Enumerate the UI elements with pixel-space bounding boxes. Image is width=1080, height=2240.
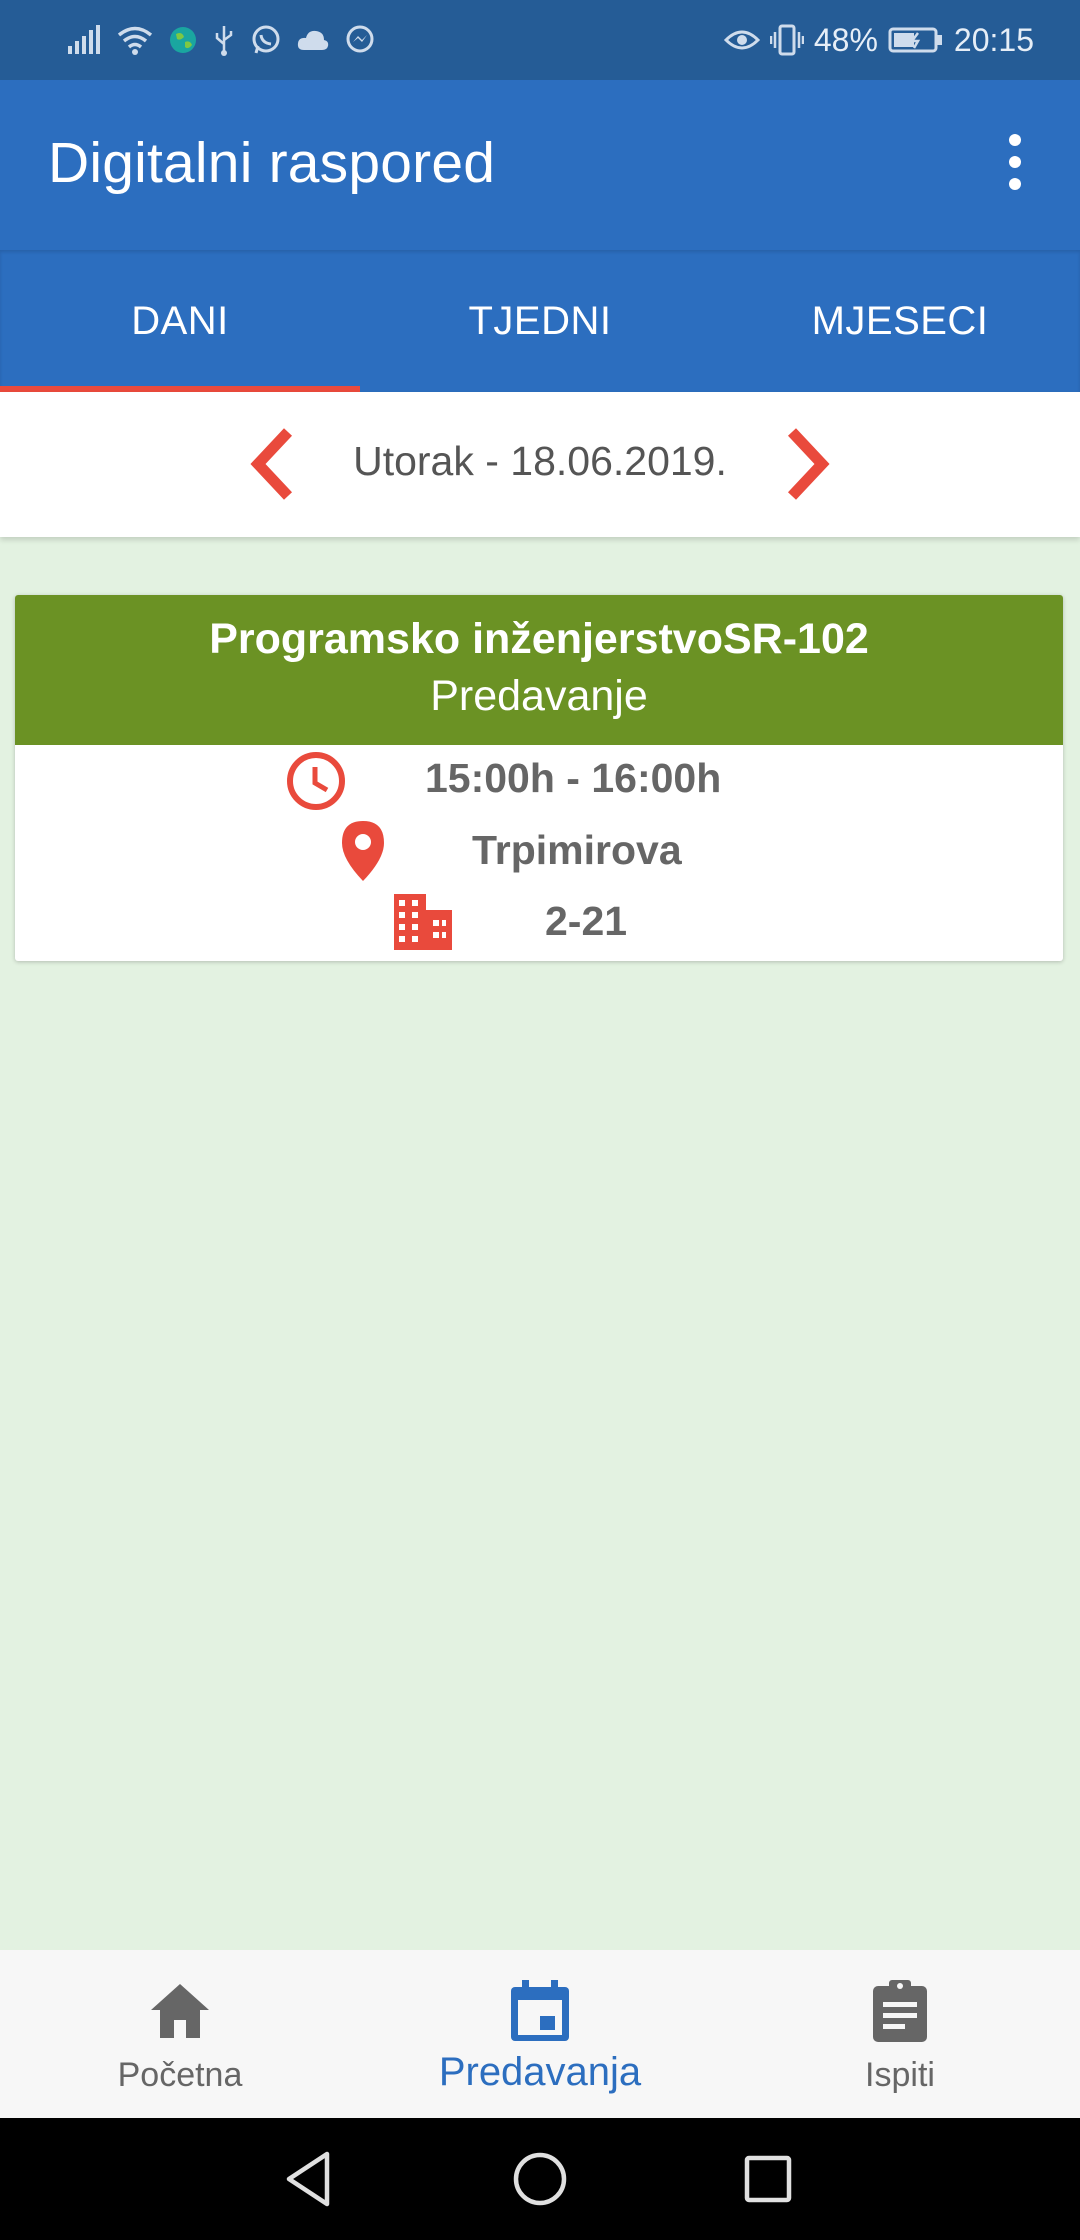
- vibrate-icon: [769, 24, 804, 56]
- nav-label-pocetna: Početna: [117, 2056, 243, 2094]
- cloud-icon: [297, 30, 329, 50]
- chevron-right-icon[interactable]: [764, 424, 844, 504]
- current-date: Utorak - 18.06.2019.: [353, 438, 727, 484]
- status-icons-right: 48% 20:15: [723, 21, 1034, 59]
- messenger-icon: [346, 25, 374, 53]
- signal-icon: [68, 25, 100, 54]
- lecture-time-row: 15:00h - 16:00h: [15, 745, 1063, 815]
- lecture-location-row: Trpimirova: [15, 817, 1063, 887]
- lecture-card-header: Programsko inženjerstvoSR-102 Predavanje: [15, 595, 1063, 745]
- clock-icon: [287, 752, 345, 810]
- status-bar: 48% 20:15: [0, 0, 1080, 80]
- eye-icon: [723, 30, 760, 50]
- nav-item-ispiti[interactable]: Ispiti: [720, 1950, 1080, 2118]
- battery-icon: [888, 27, 942, 53]
- nav-item-pocetna[interactable]: Početna: [0, 1950, 360, 2118]
- tab-tjedni[interactable]: TJEDNI: [360, 250, 720, 392]
- usb-icon: [215, 26, 233, 56]
- app-bar: Digitalni raspored: [0, 80, 1080, 250]
- calendar-icon: [511, 1980, 569, 2041]
- app-title: Digitalni raspored: [48, 131, 496, 195]
- building-icon: [394, 894, 452, 950]
- nav-item-predavanja[interactable]: Predavanja: [360, 1950, 720, 2118]
- status-icons-left: [66, 24, 376, 56]
- lecture-time: 15:00h - 16:00h: [425, 755, 722, 801]
- nav-label-predavanja: Predavanja: [438, 2050, 642, 2094]
- wifi-icon: [117, 26, 153, 55]
- more-vert-icon[interactable]: [980, 122, 1050, 202]
- back-icon[interactable]: [275, 2144, 345, 2214]
- tab-mjeseci[interactable]: MJESECI: [720, 250, 1080, 392]
- tab-dani[interactable]: DANI: [0, 250, 360, 392]
- nav-label-ispiti: Ispiti: [865, 2056, 935, 2094]
- bottom-navigation: Početna Predavanja Ispiti: [0, 1950, 1080, 2118]
- lecture-title: Programsko inženjerstvoSR-102: [209, 615, 869, 663]
- location-pin-icon: [342, 821, 384, 881]
- lecture-location: Trpimirova: [472, 827, 682, 873]
- whatsapp-icon: [252, 25, 280, 54]
- system-navigation-bar: [0, 2118, 1080, 2240]
- lecture-room: 2-21: [545, 898, 628, 944]
- date-navigator: Utorak - 18.06.2019.: [0, 392, 1080, 537]
- clock: 20:15: [953, 21, 1034, 58]
- globe-icon: [170, 27, 196, 53]
- battery-percent: 48%: [813, 21, 878, 58]
- home-icon: [151, 1984, 209, 2038]
- view-tabs: DANI TJEDNI MJESECI: [0, 250, 1080, 392]
- lecture-type: Predavanje: [430, 672, 648, 720]
- lecture-card[interactable]: Programsko inženjerstvoSR-102 Predavanje…: [15, 595, 1063, 961]
- lecture-room-row: 2-21: [15, 888, 1063, 958]
- clipboard-icon: [873, 1980, 927, 2042]
- home-circle-icon[interactable]: [505, 2144, 575, 2214]
- recents-icon[interactable]: [733, 2144, 803, 2214]
- app-screen: 48% 20:15 Digitalni raspored DANI TJEDNI…: [0, 0, 1080, 2240]
